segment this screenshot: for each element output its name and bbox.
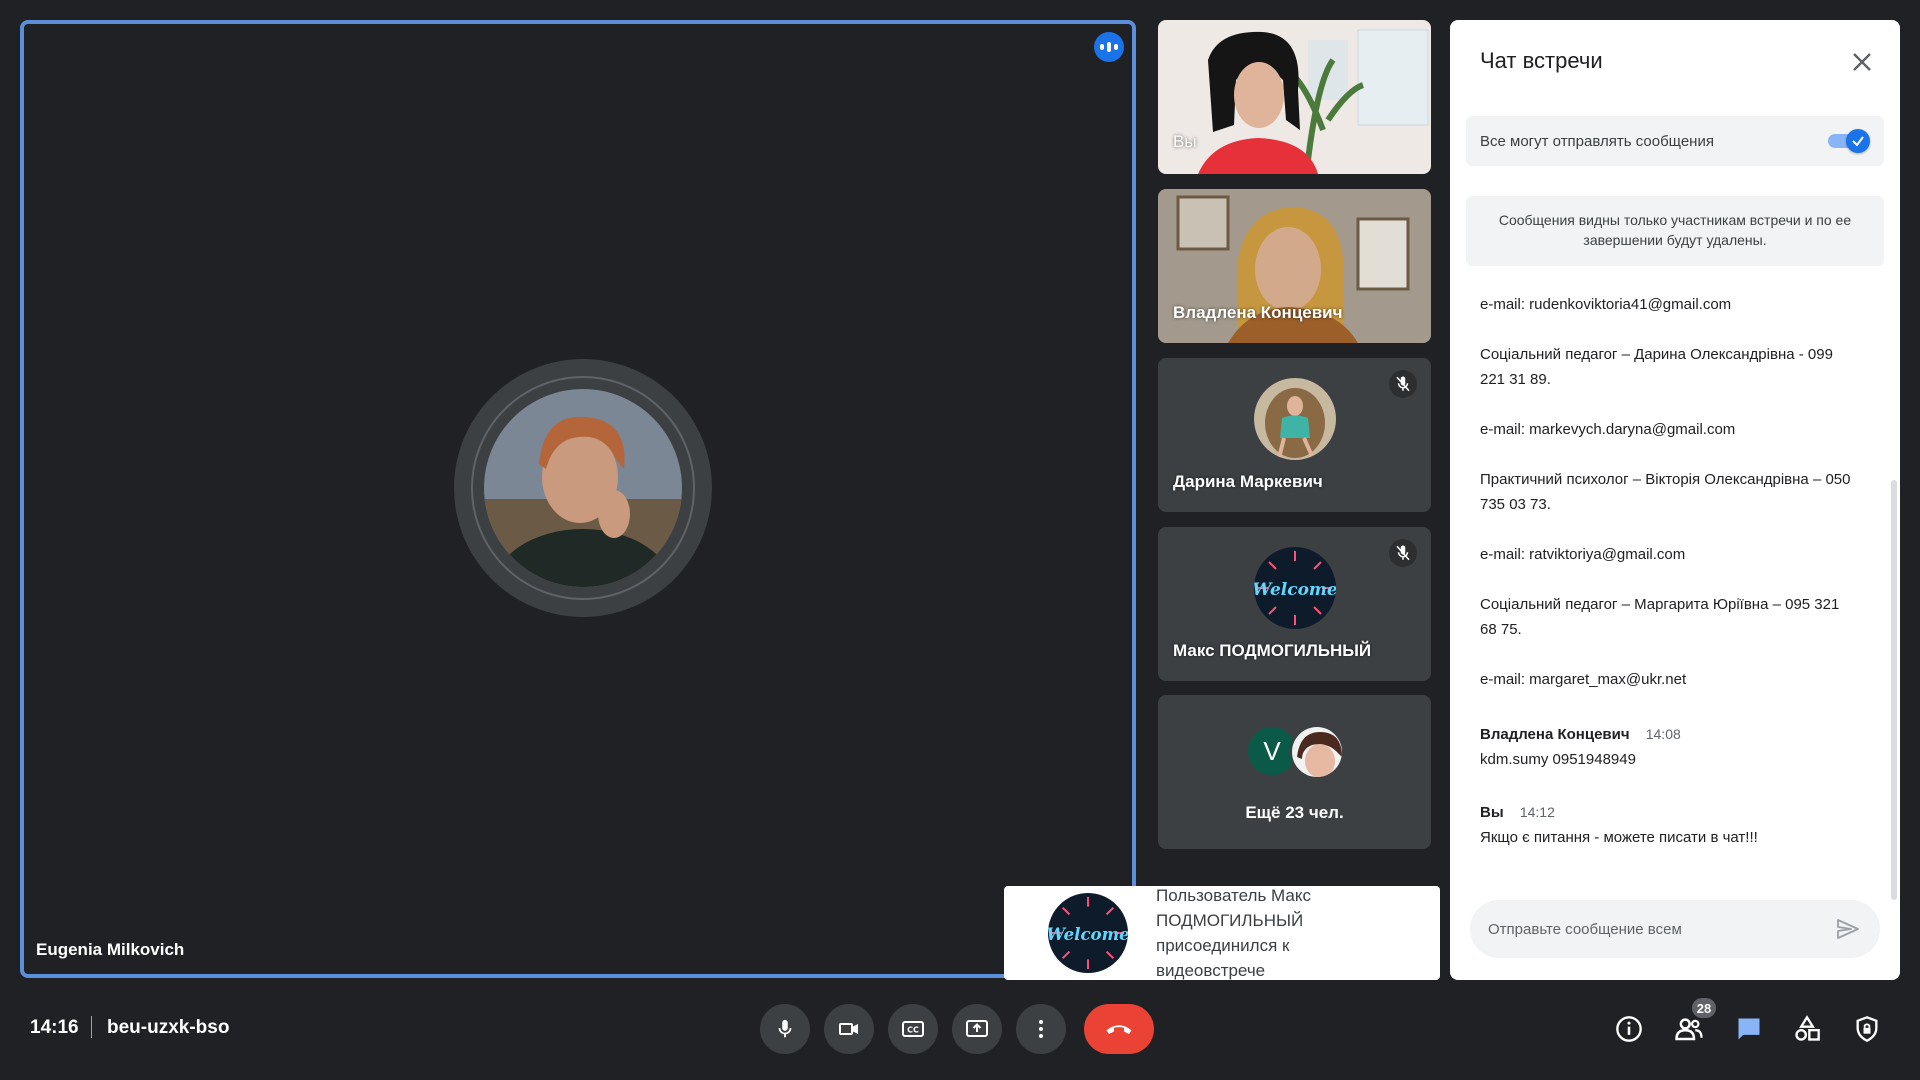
activities-button[interactable] bbox=[1790, 1012, 1824, 1046]
chat-message: Вы 14:12 Якщо є питання - можете писати … bbox=[1480, 800, 1860, 850]
captions-icon: CC bbox=[902, 1021, 924, 1037]
more-vert-icon bbox=[1039, 1020, 1043, 1038]
speaking-indicator-icon bbox=[1094, 32, 1124, 62]
chat-icon bbox=[1738, 1018, 1760, 1040]
message-author: Владлена Концевич bbox=[1480, 726, 1630, 743]
more-options-button[interactable] bbox=[1016, 1004, 1066, 1054]
self-video bbox=[1158, 20, 1431, 174]
main-participant-name: Eugenia Milkovich bbox=[36, 940, 185, 959]
present-screen-button[interactable] bbox=[952, 1004, 1002, 1054]
chat-permission-toggle[interactable] bbox=[1826, 129, 1870, 153]
message-time: 14:08 bbox=[1645, 726, 1681, 742]
chat-messages: e-mail: rudenkoviktoria41@gmail.com Соці… bbox=[1480, 292, 1860, 878]
camera-button[interactable] bbox=[824, 1004, 874, 1054]
message-time: 14:12 bbox=[1519, 804, 1555, 820]
shield-lock-icon bbox=[1856, 1016, 1878, 1042]
more-avatar-photo bbox=[1290, 725, 1344, 779]
camera-icon bbox=[839, 1023, 858, 1035]
chat-message-input[interactable] bbox=[1486, 920, 1832, 938]
chat-line: e-mail: rudenkoviktoria41@gmail.com bbox=[1480, 296, 1732, 313]
daryna-avatar bbox=[1253, 378, 1336, 460]
participants-button[interactable]: 28 bbox=[1672, 998, 1716, 1046]
tile-name-vladlena: Владлена Концевич bbox=[1173, 303, 1343, 322]
chat-composer bbox=[1470, 900, 1880, 958]
captions-button[interactable]: CC bbox=[888, 1004, 938, 1054]
close-icon[interactable] bbox=[1846, 46, 1878, 78]
svg-text:Welcome: Welcome bbox=[1048, 924, 1128, 944]
svg-text:Welcome: Welcome bbox=[1254, 580, 1336, 600]
participant-tile-more[interactable]: V Ещё 23 чел. bbox=[1158, 695, 1431, 849]
end-call-button[interactable] bbox=[1084, 1004, 1154, 1054]
host-controls-button[interactable] bbox=[1850, 1012, 1884, 1046]
chat-notice: Сообщения видны только участникам встреч… bbox=[1466, 196, 1884, 266]
check-icon bbox=[1846, 129, 1870, 153]
chat-permission-label: Все могут отправлять сообщения bbox=[1480, 132, 1714, 150]
meeting-clock: 14:16 bbox=[30, 1017, 79, 1038]
chat-line: e-mail: ratviktoriya@gmail.com bbox=[1480, 546, 1686, 563]
chat-panel: Чат встречи Все могут отправлять сообщен… bbox=[1450, 20, 1900, 980]
participant-tile-maks[interactable]: Welcome Макс ПОДМОГИЛЬНЫЙ bbox=[1158, 527, 1431, 681]
mic-off-icon bbox=[1389, 370, 1417, 398]
chat-permission-row: Все могут отправлять сообщения bbox=[1466, 116, 1884, 166]
main-avatar-ring bbox=[454, 359, 712, 617]
chat-line: e-mail: margaret_max@ukr.net bbox=[1480, 671, 1687, 688]
participant-tile-self[interactable]: Вы bbox=[1158, 20, 1431, 174]
divider bbox=[91, 1016, 92, 1038]
participants-count-badge: 28 bbox=[1692, 998, 1716, 1018]
join-notification: Welcome Пользователь Макс ПОДМОГИЛЬНЫЙ п… bbox=[1004, 886, 1440, 980]
microphone-button[interactable] bbox=[760, 1004, 810, 1054]
participant-tile-vladlena[interactable]: Владлена Концевич bbox=[1158, 189, 1431, 343]
chat-line: Соціальний педагог – Дарина Олександрівн… bbox=[1480, 346, 1833, 388]
activities-icon bbox=[1795, 1015, 1820, 1041]
participant-tile-daryna[interactable]: Дарина Маркевич bbox=[1158, 358, 1431, 512]
main-stage[interactable]: Eugenia Milkovich bbox=[20, 20, 1136, 978]
chat-scrollbar[interactable] bbox=[1891, 480, 1897, 900]
chat-message: Владлена Концевич 14:08 kdm.sumy 0951948… bbox=[1480, 722, 1860, 772]
meeting-code[interactable]: beu-uzxk-bso bbox=[107, 1017, 229, 1039]
people-icon bbox=[1675, 1018, 1703, 1041]
chat-line: Практичний психолог – Вікторія Олександр… bbox=[1480, 471, 1851, 513]
mic-off-icon bbox=[1389, 539, 1417, 567]
tile-name-maks: Макс ПОДМОГИЛЬНЫЙ bbox=[1173, 641, 1372, 660]
meeting-details-button[interactable] bbox=[1612, 1012, 1646, 1046]
present-screen-icon bbox=[966, 1020, 988, 1037]
end-call-icon bbox=[1106, 1025, 1132, 1034]
send-icon[interactable] bbox=[1832, 913, 1864, 945]
message-text: kdm.sumy 0951948949 bbox=[1480, 751, 1636, 768]
chat-title: Чат встречи bbox=[1480, 48, 1603, 73]
welcome-logo-avatar: Welcome bbox=[1048, 893, 1128, 973]
welcome-logo-avatar: Welcome bbox=[1253, 547, 1336, 629]
message-text: Якщо є питання - можете писати в чат!!! bbox=[1480, 829, 1758, 846]
chat-button[interactable] bbox=[1732, 1012, 1766, 1046]
chat-line: e-mail: markevych.daryna@gmail.com bbox=[1480, 421, 1736, 438]
info-icon bbox=[1616, 1016, 1642, 1042]
chat-line: Соціальний педагог – Маргарита Юріївна –… bbox=[1480, 596, 1840, 638]
tile-name-daryna: Дарина Маркевич bbox=[1173, 472, 1323, 491]
tile-name-self: Вы bbox=[1173, 132, 1197, 151]
svg-text:CC: CC bbox=[907, 1026, 919, 1035]
main-participant-avatar bbox=[484, 389, 682, 587]
message-author: Вы bbox=[1480, 804, 1504, 821]
join-notification-text: Пользователь Макс ПОДМОГИЛЬНЫЙ присоедин… bbox=[1156, 886, 1311, 980]
microphone-icon bbox=[778, 1019, 792, 1038]
more-participants-label: Ещё 23 чел. bbox=[1245, 803, 1344, 822]
